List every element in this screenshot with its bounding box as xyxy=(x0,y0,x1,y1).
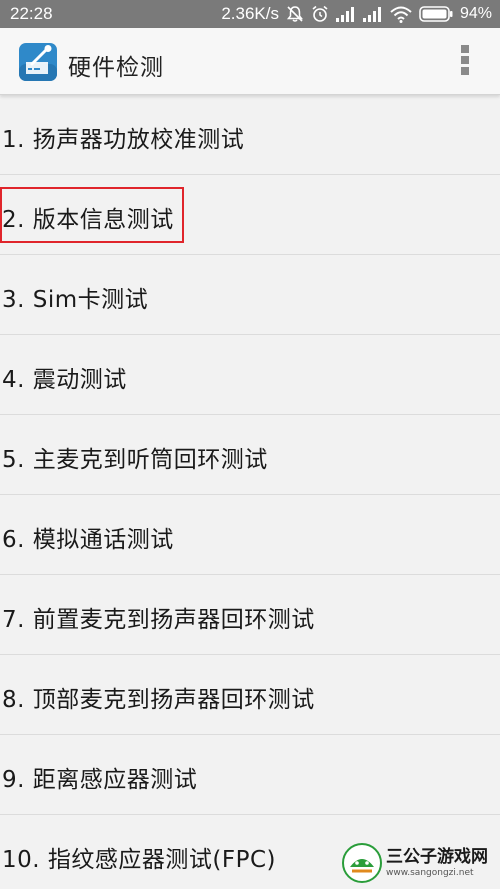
list-item-label: 10. 指纹感应器测试(FPC) xyxy=(2,847,276,873)
list-item-proximity-sensor[interactable]: 9. 距离感应器测试 xyxy=(0,735,500,815)
list-item-label: 7. 前置麦克到扬声器回环测试 xyxy=(2,607,315,633)
list-item-label: 6. 模拟通话测试 xyxy=(2,527,174,553)
battery-percent: 94% xyxy=(459,5,492,22)
list-item-speaker-calibration[interactable]: 1. 扬声器功放校准测试 xyxy=(0,95,500,175)
overflow-dot xyxy=(461,56,469,64)
list-item-version-info[interactable]: 2. 版本信息测试 xyxy=(0,175,500,255)
list-item-label: 8. 顶部麦克到扬声器回环测试 xyxy=(2,687,315,713)
list-item-simulated-call[interactable]: 6. 模拟通话测试 xyxy=(0,495,500,575)
status-time: 22:28 xyxy=(10,4,53,23)
list-item-sim-card[interactable]: 3. Sim卡测试 xyxy=(0,255,500,335)
overflow-dot xyxy=(461,45,469,53)
list-item-label: 2. 版本信息测试 xyxy=(2,207,174,233)
wifi-icon xyxy=(390,6,412,23)
status-indicators: 2.36K/s 94% xyxy=(221,3,492,25)
hardware-test-app-icon xyxy=(18,42,58,82)
list-item-label: 1. 扬声器功放校准测试 xyxy=(2,127,245,153)
list-item-label: 4. 震动测试 xyxy=(2,367,127,393)
alarm-icon xyxy=(311,5,329,23)
list-item-front-mic-speaker-loop[interactable]: 7. 前置麦克到扬声器回环测试 xyxy=(0,575,500,655)
list-item-label: 5. 主麦克到听筒回环测试 xyxy=(2,447,268,473)
status-bar: 22:28 2.36K/s 94% xyxy=(0,0,500,28)
watermark-url: www.sangongzi.net xyxy=(386,867,474,878)
app-bar: 硬件检测 xyxy=(0,28,500,95)
network-speed: 2.36K/s xyxy=(221,4,279,23)
test-list: 1. 扬声器功放校准测试 2. 版本信息测试 3. Sim卡测试 4. 震动测试… xyxy=(0,95,500,889)
watermark-text: 三公子游戏网 www.sangongzi.net xyxy=(386,846,488,878)
signal-icon xyxy=(362,6,383,22)
screen: 22:28 2.36K/s 94% 硬件检测 1. 扬声器功放校准测试 2. 版… xyxy=(0,0,500,889)
list-item-vibration[interactable]: 4. 震动测试 xyxy=(0,335,500,415)
overflow-menu-icon[interactable] xyxy=(460,45,470,77)
list-item-main-mic-earpiece-loop[interactable]: 5. 主麦克到听筒回环测试 xyxy=(0,415,500,495)
signal-icon xyxy=(335,6,356,22)
watermark-name: 三公子游戏网 xyxy=(386,846,488,867)
page-title: 硬件检测 xyxy=(68,55,164,81)
overflow-dot xyxy=(461,67,469,75)
battery-icon xyxy=(419,6,453,22)
list-item-top-mic-speaker-loop[interactable]: 8. 顶部麦克到扬声器回环测试 xyxy=(0,655,500,735)
watermark: 三公子游戏网 www.sangongzi.net xyxy=(342,841,492,885)
list-item-label: 3. Sim卡测试 xyxy=(2,287,149,313)
list-item-label: 9. 距离感应器测试 xyxy=(2,767,198,793)
mute-icon xyxy=(286,5,304,23)
watermark-logo-icon xyxy=(342,843,382,883)
